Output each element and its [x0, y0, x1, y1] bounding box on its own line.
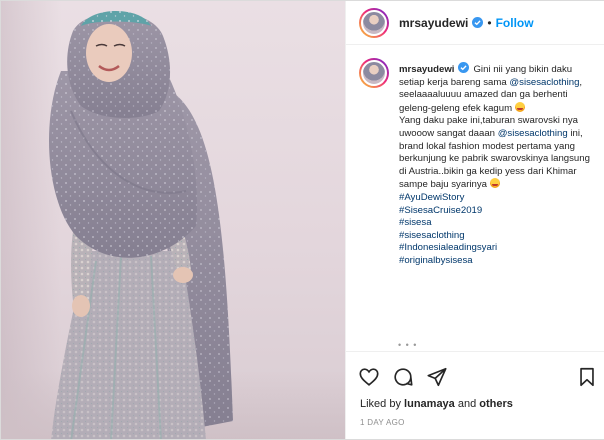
verified-badge-icon — [472, 17, 484, 28]
hashtag-link[interactable]: #sisesaclothing — [399, 230, 592, 243]
header-separator: • — [487, 15, 492, 30]
liked-by-user-link[interactable]: lunamaya — [404, 398, 455, 410]
liked-by-others-link[interactable]: others — [479, 398, 513, 410]
post-photo[interactable] — [1, 1, 345, 439]
follow-button[interactable]: Follow — [496, 16, 534, 30]
heart-eyes-emoji-icon — [514, 101, 525, 112]
caption-verified-badge-icon — [458, 62, 470, 73]
instagram-post: mrsayudewi • Follow mrsayudewi Gini nii y… — [0, 0, 604, 440]
caption-mention-2[interactable]: @sisesaclothing — [498, 128, 568, 139]
likes-summary: Liked by lunamaya and others — [360, 398, 513, 410]
hashtag-link[interactable]: #AyuDewiStory — [399, 192, 592, 205]
woman-in-khimar-illustration — [49, 11, 233, 439]
post-actions: Liked by lunamaya and others 1 DAY AGO — [346, 351, 604, 439]
caption-username[interactable]: mrsayudewi — [399, 64, 454, 75]
action-icons-row — [358, 366, 598, 390]
likes-joiner: and — [457, 398, 477, 410]
more-comments-indicator[interactable]: • • • — [398, 340, 417, 350]
comments-area: mrsayudewi Gini nii yang bikin daku setia… — [346, 46, 604, 351]
hashtag-link[interactable]: #originalbysisesa — [399, 255, 592, 268]
post-header: mrsayudewi • Follow — [346, 1, 604, 45]
heart-eyes-emoji-2-icon — [489, 178, 500, 189]
hashtag-link[interactable]: #Indonesialeadingsyari — [399, 242, 592, 255]
author-avatar[interactable] — [359, 7, 389, 38]
likes-prefix: Liked by — [360, 398, 401, 410]
heart-icon[interactable] — [358, 366, 380, 388]
caption-avatar[interactable] — [359, 58, 389, 88]
author-username[interactable]: mrsayudewi — [399, 16, 468, 30]
comment-icon[interactable] — [392, 366, 414, 388]
post-timestamp[interactable]: 1 DAY AGO — [360, 418, 405, 427]
bookmark-icon[interactable] — [576, 366, 598, 388]
caption-mention-1[interactable]: @sisesaclothing — [509, 77, 579, 88]
share-icon[interactable] — [426, 366, 448, 388]
post-side-panel: mrsayudewi • Follow mrsayudewi Gini nii y… — [345, 1, 604, 439]
hashtag-link[interactable]: #SisesaCruise2019 — [399, 205, 592, 218]
caption-text: mrsayudewi Gini nii yang bikin daku setia… — [399, 62, 592, 268]
hashtag-link[interactable]: #sisesa — [399, 217, 592, 230]
caption-row: mrsayudewi Gini nii yang bikin daku setia… — [359, 58, 592, 268]
